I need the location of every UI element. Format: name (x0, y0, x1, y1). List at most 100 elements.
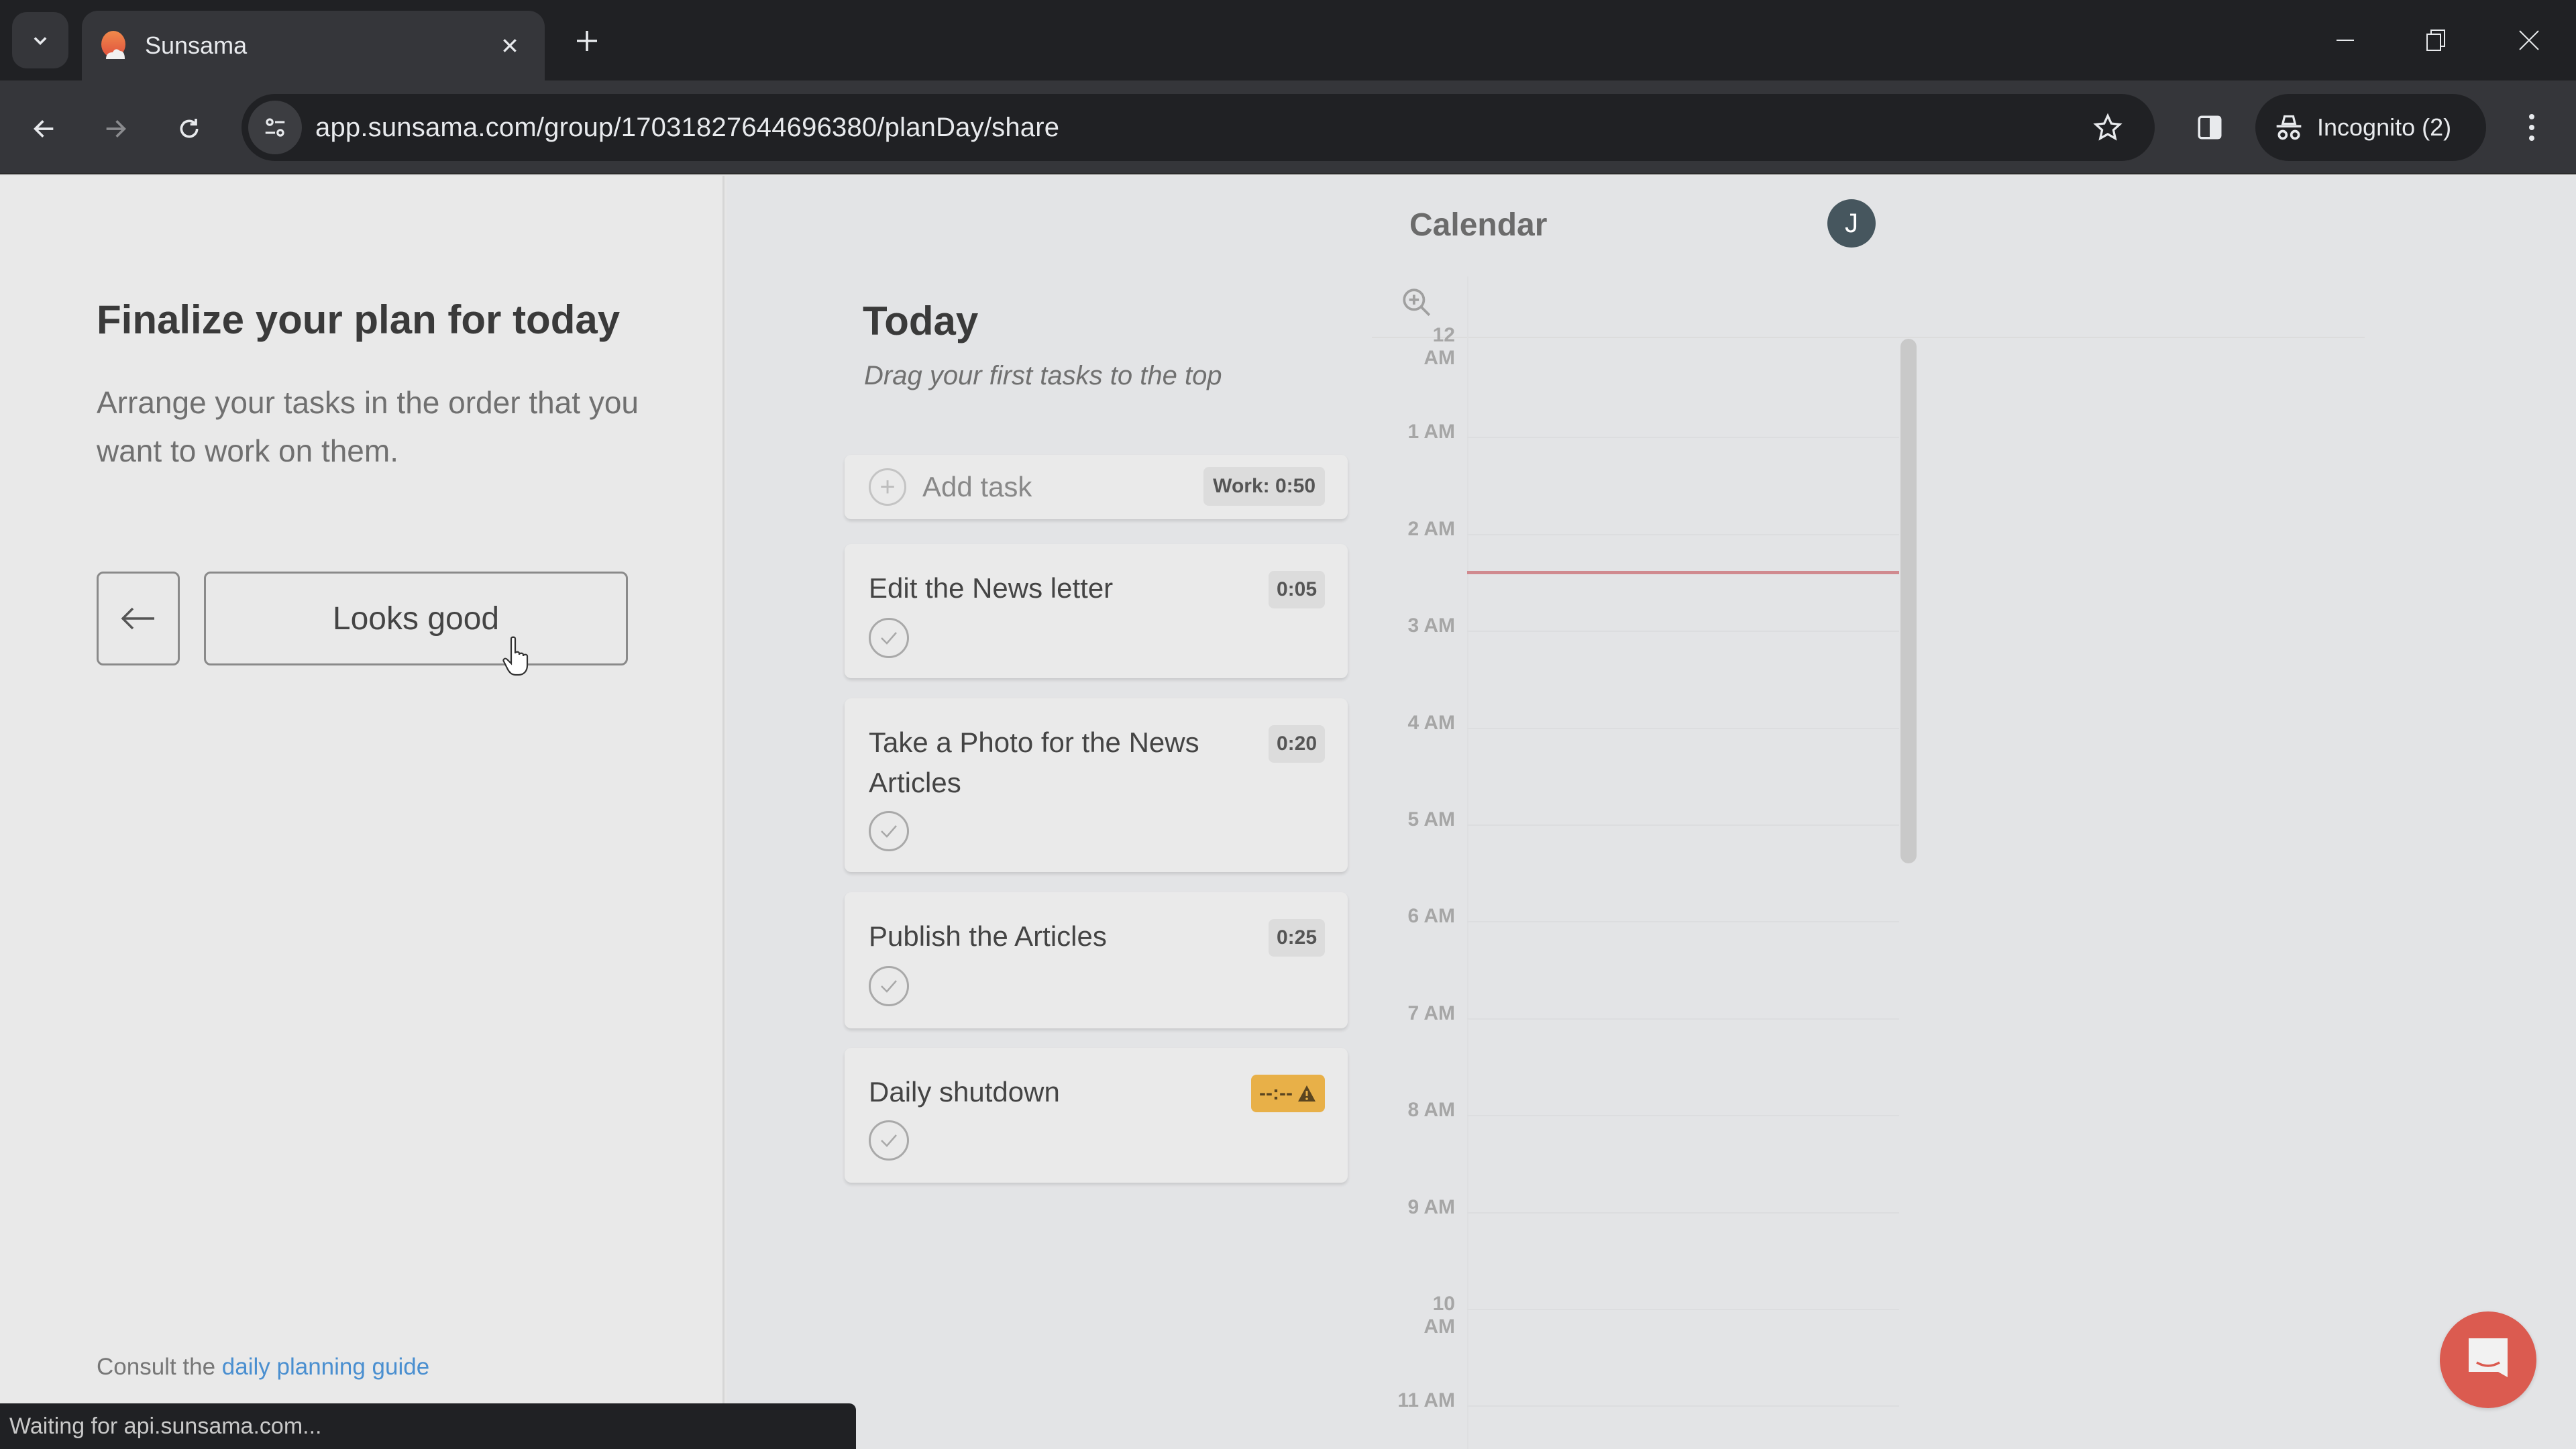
hour-label: 7 AM (1407, 1002, 1455, 1024)
tab-title: Sunsama (145, 32, 248, 59)
hour-label: 11 AM (1397, 1389, 1455, 1412)
hour-gridline (1467, 437, 1899, 439)
site-info-button[interactable] (248, 101, 302, 154)
time-estimate-value: --:-- (1259, 1082, 1293, 1104)
task-card[interactable]: Daily shutdown --:-- (845, 1048, 1348, 1183)
checkmark-icon (881, 825, 897, 838)
looks-good-button[interactable]: Looks good (204, 572, 628, 665)
back-button[interactable] (97, 572, 180, 665)
new-tab-button[interactable] (568, 21, 606, 60)
hour-gridline (1467, 533, 1899, 535)
arrow-right-icon (106, 120, 126, 138)
hour-label: 9 AM (1407, 1195, 1455, 1218)
checkmark-icon (881, 1134, 897, 1147)
close-icon (503, 39, 517, 52)
task-title: Edit the News letter (869, 572, 1114, 604)
close-tab-button[interactable] (492, 28, 527, 63)
forward-nav-button[interactable] (95, 109, 136, 149)
task-card[interactable]: Take a Photo for the News Articles 0:20 (845, 698, 1348, 872)
close-window-button[interactable] (2509, 20, 2549, 60)
tab-search-button[interactable] (12, 12, 68, 68)
hour-label: 1 AM (1407, 421, 1455, 443)
hour-label: 12 AM (1424, 324, 1455, 369)
checkmark-icon (881, 980, 897, 993)
side-panel-button[interactable] (2190, 107, 2230, 148)
hour-gridline (1467, 921, 1899, 923)
browser-toolbar: app.sunsama.com/group/17031827644696380/… (0, 80, 2576, 174)
page-title: Finalize your plan for today (97, 297, 621, 342)
work-total-badge: Work: 0:50 (1203, 467, 1325, 506)
add-task-button[interactable]: + Add task Work: 0:50 (845, 455, 1348, 519)
add-task-label: Add task (922, 471, 1032, 502)
arrow-left-icon (121, 607, 154, 630)
hour-gridline (1467, 727, 1899, 729)
hour-gridline (1467, 1309, 1899, 1310)
task-time-estimate-warning[interactable]: --:-- (1251, 1075, 1325, 1112)
complete-task-checkbox[interactable] (869, 966, 909, 1006)
url-text[interactable]: app.sunsama.com/group/17031827644696380/… (315, 109, 1059, 146)
calendar-header-divider (1372, 337, 2365, 338)
hour-gridline (1467, 1018, 1899, 1020)
back-nav-button[interactable] (24, 109, 64, 149)
task-title: Daily shutdown (869, 1076, 1060, 1108)
hour-gridline (1467, 824, 1899, 826)
guide-prefix: Consult the (97, 1354, 222, 1380)
minimize-button[interactable] (2325, 20, 2365, 60)
incognito-button[interactable]: Incognito (2) (2255, 94, 2486, 161)
task-card[interactable]: Publish the Articles 0:25 (845, 892, 1348, 1028)
incognito-label: Incognito (2) (2317, 113, 2452, 141)
incognito-icon (2276, 115, 2302, 140)
star-icon (2093, 113, 2123, 141)
reload-button[interactable] (169, 109, 209, 149)
complete-task-checkbox[interactable] (869, 811, 909, 851)
calendar-scrollbar[interactable] (1900, 339, 1917, 863)
hand-cursor-icon (502, 636, 529, 676)
task-time-estimate[interactable]: 0:20 (1268, 725, 1325, 763)
hour-gridline (1467, 1212, 1899, 1214)
restore-icon (2426, 30, 2445, 51)
task-title: Publish the Articles (869, 920, 1107, 952)
address-bar[interactable]: app.sunsama.com/group/17031827644696380/… (241, 94, 2155, 161)
hour-label: 3 AM (1407, 614, 1455, 637)
bookmark-button[interactable] (2088, 107, 2128, 148)
avatar[interactable]: J (1827, 199, 1876, 248)
planning-guide-text: Consult the daily planning guide (97, 1354, 429, 1381)
restore-button[interactable] (2416, 20, 2457, 60)
complete-task-checkbox[interactable] (869, 1120, 909, 1161)
browser-tab[interactable]: Sunsama (82, 11, 545, 80)
task-title: Take a Photo for the News Articles (869, 727, 1199, 798)
close-icon (2519, 30, 2539, 50)
plan-description: Arrange your tasks in the order that you… (97, 385, 639, 468)
calendar-gutter-divider (1467, 276, 1468, 1449)
browser-menu-button[interactable] (2512, 107, 2552, 148)
checkmark-icon (881, 632, 897, 645)
zoom-in-icon[interactable] (1400, 286, 1434, 319)
complete-task-checkbox[interactable] (869, 618, 909, 658)
hour-label: 8 AM (1407, 1099, 1455, 1122)
side-panel-icon (2198, 115, 2222, 140)
hour-label: 4 AM (1407, 711, 1455, 734)
browser-tab-bar: Sunsama (0, 0, 2576, 80)
chat-icon (2469, 1338, 2508, 1377)
current-time-indicator (1467, 570, 1899, 574)
hour-gridline (1467, 1405, 1899, 1407)
warning-icon (1298, 1085, 1316, 1102)
hour-label: 2 AM (1407, 517, 1455, 540)
tune-icon (265, 118, 285, 137)
reload-icon (180, 119, 199, 138)
plan-sidebar: Finalize your plan for today Arrange you… (0, 176, 724, 1449)
today-subtitle: Drag your first tasks to the top (864, 361, 1222, 390)
today-heading: Today (863, 299, 979, 343)
sunsama-logo-icon (101, 31, 125, 59)
hour-label: 5 AM (1407, 808, 1455, 830)
task-card[interactable]: Edit the News letter 0:05 (845, 544, 1348, 678)
daily-planning-guide-link[interactable]: daily planning guide (222, 1354, 429, 1380)
main-area: Today Drag your first tasks to the top +… (727, 176, 2576, 1449)
calendar-heading: Calendar (1409, 207, 1548, 243)
support-chat-button[interactable] (2440, 1311, 2536, 1408)
task-time-estimate[interactable]: 0:05 (1268, 571, 1325, 608)
chevron-down-icon (34, 37, 47, 46)
hour-label: 10 AM (1424, 1293, 1455, 1338)
task-time-estimate[interactable]: 0:25 (1268, 919, 1325, 957)
minimize-icon (2337, 40, 2354, 41)
